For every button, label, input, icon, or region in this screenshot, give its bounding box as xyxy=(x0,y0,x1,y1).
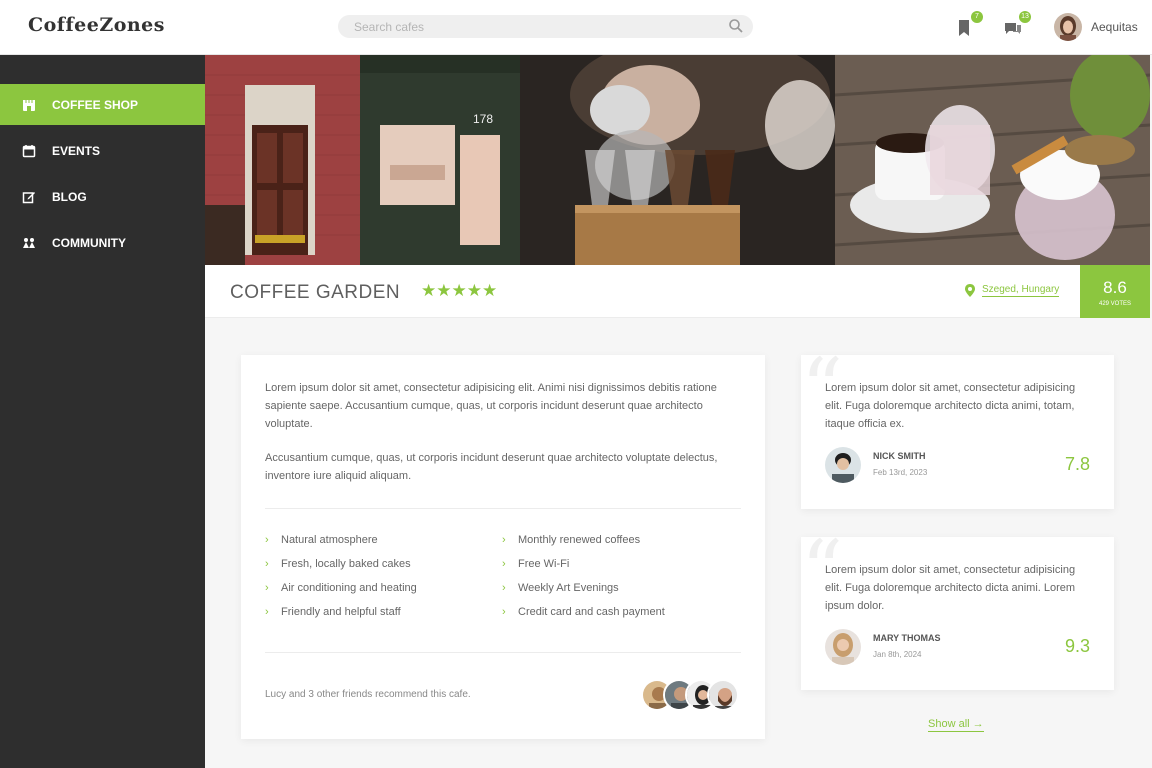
feature-item: › Credit card and cash payment xyxy=(502,605,665,618)
chevron-right-icon: › xyxy=(265,605,269,618)
sidebar-item-label: BLOG xyxy=(52,189,87,204)
chevron-right-icon: › xyxy=(265,581,269,594)
community-icon xyxy=(23,237,35,248)
sidebar-item-blog[interactable]: BLOG xyxy=(0,176,205,217)
edit-icon xyxy=(22,191,35,203)
reviewer: MARY THOMAS Jan 8th, 2024 9.3 xyxy=(825,629,1090,665)
sidebar-item-label: EVENTS xyxy=(52,143,101,158)
description-paragraph-2: Accusantium cumque, quas, ut corporis in… xyxy=(265,452,718,482)
location-link[interactable]: Szeged, Hungary xyxy=(982,284,1060,297)
review-text: Lorem ipsum dolor sit amet, consectetur … xyxy=(825,382,1076,430)
feature-item: › Weekly Art Evenings xyxy=(502,581,619,594)
friend-avatar[interactable] xyxy=(707,679,739,711)
review-score: 9.3 xyxy=(1064,636,1090,656)
review-date: Jan 8th, 2024 xyxy=(873,650,922,659)
svg-text:178: 178 xyxy=(473,112,493,126)
sidebar-item-community[interactable]: COMMUNITY xyxy=(0,222,205,263)
chevron-right-icon: › xyxy=(502,557,506,570)
feature-item: › Monthly renewed coffees xyxy=(502,533,641,546)
hero-gallery: 178 xyxy=(205,55,1150,265)
recommend-text: Lucy and 3 other friends recommend this … xyxy=(265,689,471,700)
cafe-title: COFFEE GARDEN xyxy=(230,282,401,303)
feature-item: › Fresh, locally baked cakes xyxy=(265,557,411,570)
overall-score: 8.6 429 VOTES xyxy=(1080,265,1150,318)
review-text: Lorem ipsum dolor sit amet, consectetur … xyxy=(825,564,1076,612)
features-list: › Natural atmosphere › Monthly renewed cof… xyxy=(265,531,741,620)
sidebar-item-label: COMMUNITY xyxy=(52,235,126,250)
chevron-right-icon: › xyxy=(502,581,506,594)
messages-button[interactable]: 13 xyxy=(1003,11,1031,38)
bookmark-button[interactable]: 7 xyxy=(955,11,983,38)
reviewer-avatar[interactable] xyxy=(825,629,861,665)
show-all-link[interactable]: Show all → xyxy=(928,718,984,732)
reviewer: NICK SMITH Feb 13rd, 2023 7.8 xyxy=(825,447,1090,483)
feature-item: › Natural atmosphere xyxy=(265,533,378,546)
description-card: Lorem ipsum dolor sit amet, consectetur … xyxy=(241,355,765,739)
friend-avatars[interactable] xyxy=(641,679,739,711)
sidebar-item-label: COFFEE SHOP xyxy=(52,97,139,112)
feature-item: › Free Wi-Fi xyxy=(502,557,570,570)
messages-badge: 13 xyxy=(1019,11,1031,23)
location-pin-icon xyxy=(965,284,975,297)
score-value: 8.6 xyxy=(1103,278,1127,297)
bookmark-badge: 7 xyxy=(971,11,983,23)
pour-over-photo[interactable] xyxy=(520,55,835,265)
chevron-right-icon: › xyxy=(502,605,506,618)
sidebar-item-events[interactable]: EVENTS xyxy=(0,130,205,171)
user-avatar[interactable] xyxy=(1054,13,1082,41)
description-paragraph-1: Lorem ipsum dolor sit amet, consectetur … xyxy=(265,382,717,430)
star-rating: ★★★★★ xyxy=(421,281,498,300)
review-score: 7.8 xyxy=(1064,454,1090,474)
review-date: Feb 13rd, 2023 xyxy=(873,468,928,477)
sidebar: COFFEE SHOP EVENTS BLOG COMMUNITY xyxy=(0,55,205,768)
top-header: CoffeeZones 7 13 Aequitas xyxy=(0,0,1152,55)
reviewer-name[interactable]: NICK SMITH xyxy=(873,451,926,461)
sidebar-item-coffee-shop[interactable]: COFFEE SHOP xyxy=(0,84,205,125)
search-icon[interactable] xyxy=(728,18,744,34)
cafe-title-bar: COFFEE GARDEN ★★★★★ Szeged, Hungary 8.6 … xyxy=(205,265,1150,318)
divider xyxy=(265,652,741,653)
calendar-icon xyxy=(22,144,36,157)
app-logo[interactable]: CoffeeZones xyxy=(28,14,165,36)
username[interactable]: Aequitas xyxy=(1091,20,1138,34)
feature-item: › Air conditioning and heating xyxy=(265,581,417,594)
review-card: “ Lorem ipsum dolor sit amet, consectetu… xyxy=(801,349,1114,509)
review-card: “ Lorem ipsum dolor sit amet, consectetu… xyxy=(801,531,1114,690)
feature-item: › Friendly and helpful staff xyxy=(265,605,401,618)
divider xyxy=(265,508,741,509)
chevron-right-icon: › xyxy=(265,533,269,546)
chevron-right-icon: › xyxy=(502,533,506,546)
coffee-dessert-photo[interactable] xyxy=(835,55,1150,265)
search-input[interactable] xyxy=(338,15,753,38)
storefront-photo[interactable]: 178 xyxy=(205,55,520,265)
store-icon xyxy=(23,99,35,111)
reviewer-name[interactable]: MARY THOMAS xyxy=(873,633,941,643)
bookmark-icon xyxy=(959,20,969,36)
reviewer-avatar[interactable] xyxy=(825,447,861,483)
chevron-right-icon: › xyxy=(265,557,269,570)
votes-count: 429 VOTES xyxy=(1098,301,1131,307)
